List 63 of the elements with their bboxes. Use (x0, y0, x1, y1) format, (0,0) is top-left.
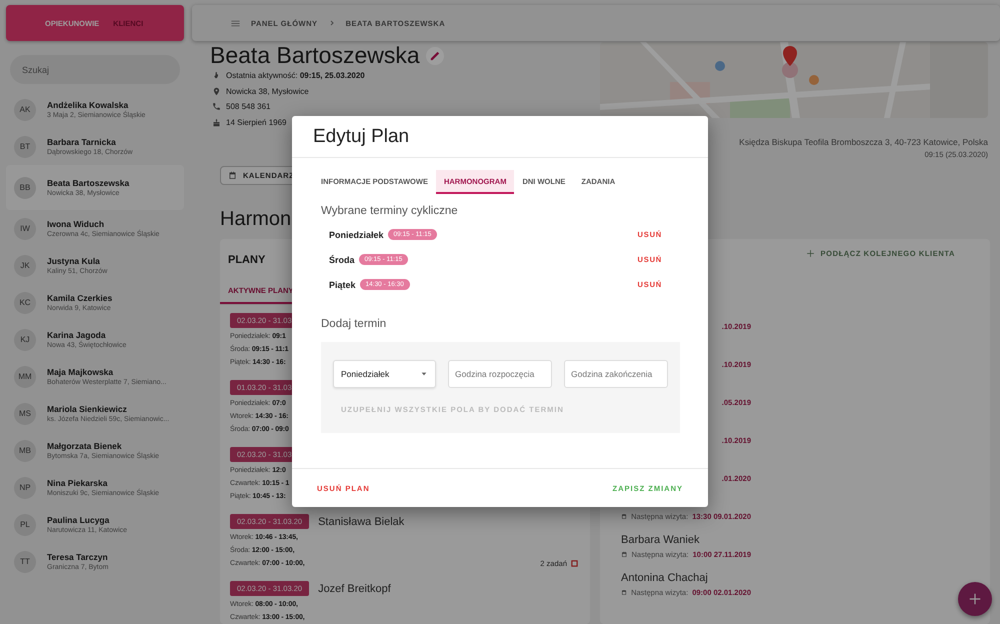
edit-button[interactable] (426, 46, 444, 64)
client-name: Jozef Breitkopf (318, 582, 391, 594)
phone-icon (212, 102, 221, 112)
profile-name: Beata Bartoszewska (210, 43, 420, 68)
client-name: Karina Jagoda (47, 330, 107, 340)
day-label: Poniedziałek (329, 230, 384, 240)
client-name: Nina Piekarska (47, 478, 108, 488)
client-name: Paulina Lucyga (47, 515, 110, 525)
location-address: Księdza Biskupa Teofila Bromboszcza 3, 40-723 Katowice, Polska (739, 137, 988, 147)
avatar: MM (14, 366, 36, 388)
client-name: Małgorzata Bienek (47, 441, 123, 451)
avatar: PL (14, 514, 36, 536)
client-name: Teresa Tarczyn (47, 552, 108, 562)
avatar: TT (14, 550, 36, 572)
day-label: Piątek (329, 280, 356, 290)
chevron-right-icon (328, 19, 336, 27)
cake-icon (212, 118, 221, 127)
detail-text: Ostatnia aktywność: 09:15, 25.03.2020 (226, 71, 365, 80)
avatar: BB (14, 176, 36, 198)
end-time-field[interactable]: Godzina zakończenia (564, 360, 668, 388)
client-name: Justyna Kula (47, 256, 101, 266)
avatar: MS (14, 402, 36, 424)
plus-icon (968, 592, 982, 606)
calendar-icon (228, 171, 237, 180)
pencil-icon (430, 50, 440, 60)
section-heading: Harmon (220, 207, 292, 231)
avatar: BT (14, 136, 36, 158)
avatar: JK (14, 254, 36, 276)
detail-text: Nowicka 38, Mysłowice (226, 86, 309, 96)
section-title: Dodaj termin (320, 318, 388, 330)
client-name: Antonina Chachaj (621, 571, 709, 586)
avatar: KJ (14, 328, 36, 350)
calendar-icon (621, 550, 628, 559)
avatar: KC (14, 292, 36, 314)
day-label: Środa (329, 254, 355, 264)
calendar-icon (621, 588, 628, 597)
avatar: MB (14, 440, 36, 462)
start-time-field[interactable]: Godzina rozpoczęcia (448, 360, 552, 388)
client-name: Stanisława Bielak (318, 516, 404, 528)
caret-down-icon (420, 370, 428, 378)
client-name: Mariola Sienkiewicz (47, 404, 128, 414)
detail-text: 508 548 361 (226, 102, 270, 112)
section-title: Wybrane terminy cykliczne (320, 205, 459, 217)
client-name: Barbara Waniek (621, 533, 700, 548)
search-field[interactable]: Szukaj (10, 55, 180, 84)
client-name: Barbara Tarnicka (47, 137, 117, 147)
plus-icon (806, 249, 815, 258)
client-name: Beata Bartoszewska (47, 178, 130, 188)
day-select[interactable]: Poniedziałek (333, 360, 436, 388)
client-name: Kamila Czerkies (47, 293, 112, 303)
avatar: NP (14, 476, 36, 498)
avatar: IW (14, 218, 36, 240)
client-name: Iwona Widuch (47, 219, 106, 229)
location-pin-icon (212, 86, 221, 96)
avatar: AK (14, 98, 36, 120)
square-icon (571, 560, 578, 567)
client-name: Andżelika Kowalska (47, 100, 130, 110)
calendar-icon (621, 512, 628, 521)
dialog-title: Edytuj Plan (313, 126, 410, 148)
client-name: Maja Majkowska (47, 367, 114, 377)
person-icon (212, 71, 221, 80)
detail-text: 14 Sierpień 1969 (226, 118, 286, 127)
panel-title: PLANY (227, 253, 266, 268)
